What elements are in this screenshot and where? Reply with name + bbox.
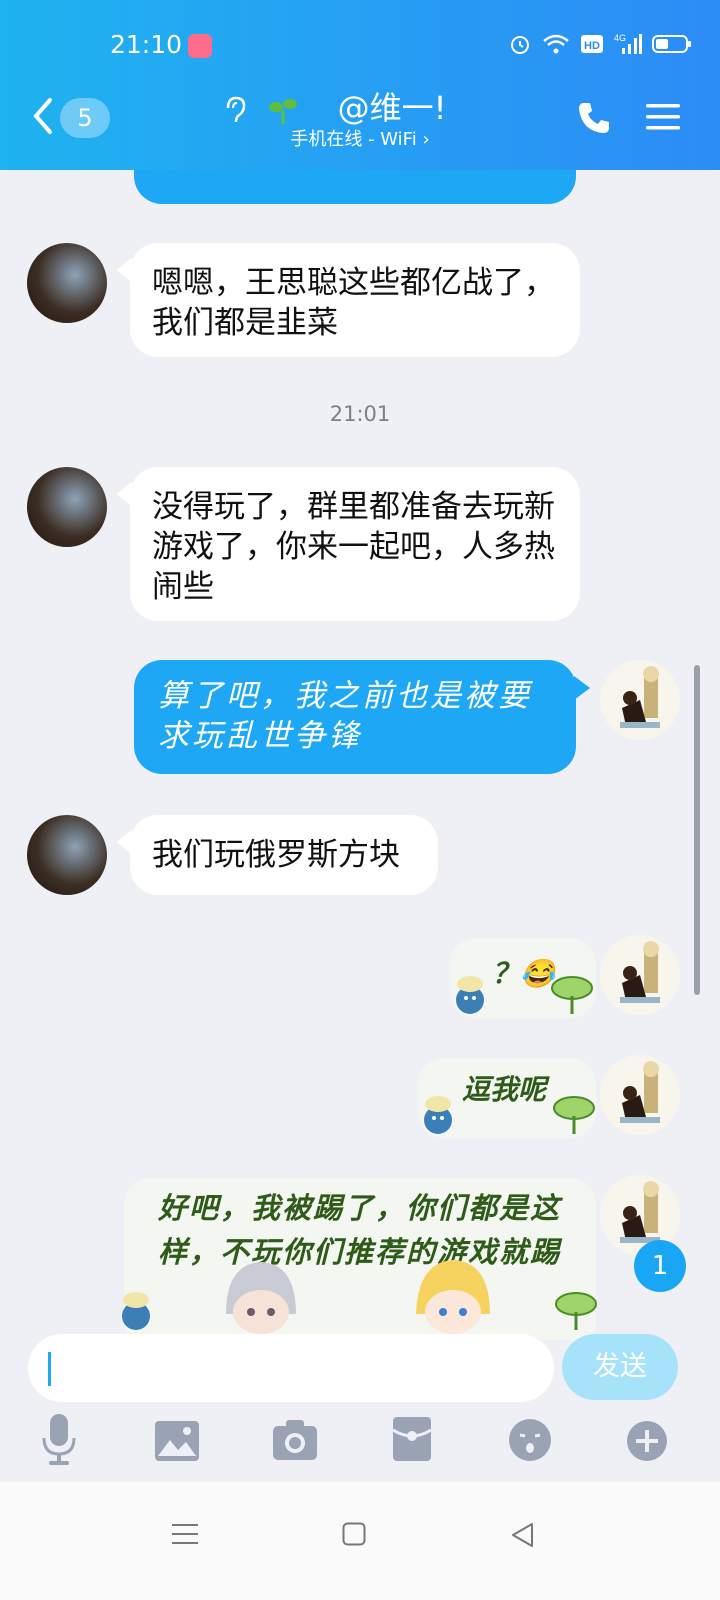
status-time: 21:10 <box>110 30 183 59</box>
avatar-illustration <box>620 941 660 1003</box>
plus-icon[interactable] <box>626 1420 668 1462</box>
avatar-illustration <box>620 1061 660 1123</box>
message-text: 我们玩俄罗斯方块 <box>152 837 400 873</box>
sticker-message[interactable]: ？😂 <box>450 938 596 1018</box>
message-text: 算了吧，我之前也是被要求玩乱世争锋 <box>158 678 532 754</box>
message-bubble-incoming[interactable]: 没得玩了，群里都准备去玩新游戏了，你来一起吧，人多热闹些 <box>130 467 580 621</box>
message-text: 嗯嗯，王思聪这些都亿战了，我们都是韭菜 <box>152 265 555 341</box>
anime-character-silver-icon <box>226 1262 296 1334</box>
signal-4g-icon: 4G <box>614 33 642 54</box>
app-notification-icon <box>188 34 212 58</box>
contact-avatar[interactable] <box>27 467 107 547</box>
contact-avatar[interactable] <box>27 243 107 323</box>
scrollbar[interactable] <box>694 665 700 995</box>
sticker-character-icon <box>122 1292 150 1330</box>
chat-header: 21:10 HD 4G 5 @维一! 手机在线 - WiFi › <box>0 0 720 170</box>
anime-character-blonde-icon <box>416 1260 490 1334</box>
sticker-text: ？😂 <box>492 957 555 990</box>
wifi-icon <box>543 34 569 54</box>
leaf-icon <box>553 1096 595 1134</box>
my-avatar[interactable] <box>600 660 680 740</box>
svg-text:HD: HD <box>584 40 600 52</box>
status-bar: 21:10 HD 4G <box>0 30 720 62</box>
message-bubble-incoming[interactable]: 嗯嗯，王思聪这些都亿战了，我们都是韭菜 <box>130 243 580 357</box>
unread-count-badge[interactable]: 1 <box>634 1240 686 1292</box>
composer-bar: 发送 <box>0 1330 720 1402</box>
avatar-illustration <box>620 666 660 728</box>
message-bubble-incoming[interactable]: 我们玩俄罗斯方块 <box>130 815 438 895</box>
sticker-text: 逗我呢 <box>462 1073 547 1106</box>
system-navigation-bar <box>0 1482 720 1600</box>
phone-call-icon[interactable] <box>576 100 612 136</box>
contact-name: @维一! <box>337 89 447 127</box>
message-timestamp: 21:01 <box>329 402 391 426</box>
sticker-character-icon <box>456 976 484 1014</box>
image-icon[interactable] <box>154 1420 200 1462</box>
my-avatar[interactable] <box>600 1055 680 1135</box>
online-status[interactable]: 手机在线 - WiFi › <box>0 128 720 152</box>
send-button[interactable]: 发送 <box>562 1334 678 1400</box>
home-icon[interactable] <box>342 1522 366 1546</box>
sticker-message[interactable]: 好吧，我被踢了，你们都是这样，不玩你们推荐的游戏就踢 <box>122 1178 597 1340</box>
emoji-icon[interactable] <box>508 1418 552 1462</box>
sticker-character-icon <box>424 1096 452 1134</box>
contact-avatar[interactable] <box>27 815 107 895</box>
hd-icon: HD <box>581 35 603 53</box>
menu-icon[interactable] <box>646 102 680 132</box>
leaf-icon <box>555 1292 597 1330</box>
svg-text:4G: 4G <box>614 33 626 43</box>
red-packet-icon[interactable] <box>392 1416 432 1462</box>
composer-toolbar <box>0 1412 720 1476</box>
menu-icon[interactable] <box>172 1522 198 1546</box>
message-text: 没得玩了，群里都准备去玩新游戏了，你来一起吧，人多热闹些 <box>152 489 555 605</box>
battery-icon <box>652 35 691 53</box>
message-input[interactable] <box>28 1334 554 1402</box>
header-title-block[interactable]: @维一! 手机在线 - WiFi › <box>0 88 720 152</box>
back-icon[interactable] <box>510 1522 534 1548</box>
sticker-message[interactable]: 逗我呢 <box>418 1058 596 1138</box>
camera-icon[interactable] <box>272 1418 318 1462</box>
chat-area[interactable]: 嗯嗯，王思聪这些都亿战了，我们都是韭菜 21:01 没得玩了，群里都准备去玩新游… <box>0 0 720 1340</box>
text-caret <box>48 1352 51 1386</box>
leaf-icon <box>551 976 593 1014</box>
status-icons: HD 4G <box>508 32 692 56</box>
alarm-icon <box>511 36 529 54</box>
message-bubble-outgoing[interactable]: 算了吧，我之前也是被要求玩乱世争锋 <box>134 660 576 774</box>
microphone-icon[interactable] <box>40 1412 78 1466</box>
my-avatar[interactable] <box>600 935 680 1015</box>
bubble-tail <box>574 676 590 700</box>
